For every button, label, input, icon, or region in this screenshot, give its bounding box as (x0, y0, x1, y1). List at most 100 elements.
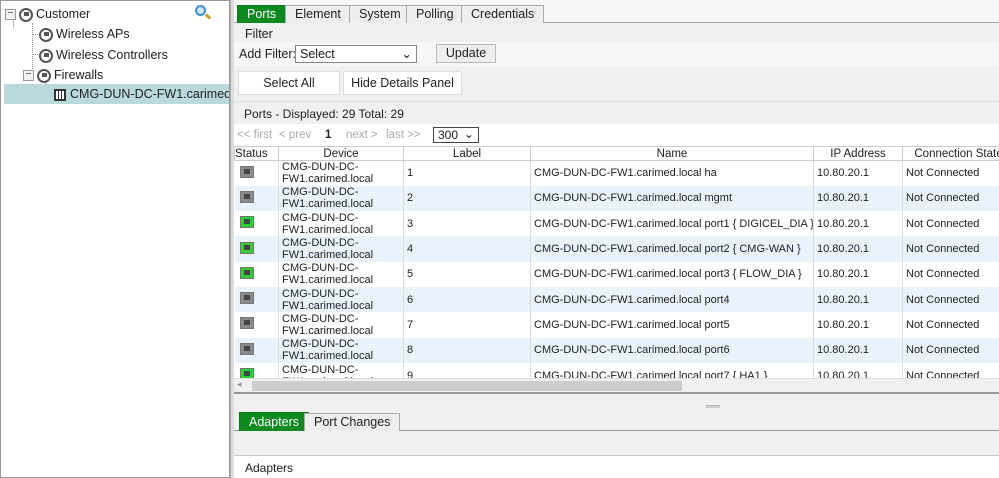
tree-node-customer[interactable]: − Customer (5, 4, 90, 24)
port-status-icon (239, 292, 254, 305)
pager-first[interactable]: << first (237, 129, 272, 141)
tab-port-changes[interactable]: Port Changes (304, 413, 401, 431)
device-cell: CMG-DUN-DC- FW1.carimed.local (278, 312, 404, 338)
tree-node-wireless-controllers[interactable]: Wireless Controllers (36, 45, 168, 65)
status-cell (234, 337, 279, 363)
filter-heading: Filter (245, 27, 273, 41)
table-row[interactable]: CMG-DUN-DC- FW1.carimed.local 3 CMG-DUN-… (234, 211, 999, 237)
tree-node-firewalls[interactable]: − Firewalls (23, 65, 103, 85)
connection-state-cell: Not Connected (902, 362, 999, 378)
name-cell: CMG-DUN-DC-FW1.carimed.local ha (530, 160, 814, 186)
table-row[interactable]: CMG-DUN-DC- FW1.carimed.local 7 CMG-DUN-… (234, 312, 999, 338)
tab-element[interactable]: Element (285, 5, 351, 23)
search-icon[interactable] (195, 5, 212, 20)
tab-ports[interactable]: Ports (237, 5, 287, 23)
name-cell: CMG-DUN-DC-FW1.carimed.local port6 (530, 337, 814, 363)
tab-polling[interactable]: Polling (406, 5, 464, 23)
table-row[interactable]: CMG-DUN-DC- FW1.carimed.local 2 CMG-DUN-… (234, 185, 999, 212)
tab-credentials[interactable]: Credentials (461, 5, 545, 23)
port-status-icon (239, 342, 254, 355)
device-cell: CMG-DUN-DC- FW1.carimed.local (278, 362, 404, 378)
group-flag-icon (19, 7, 33, 22)
column-header[interactable]: Device (278, 146, 404, 161)
name-cell: CMG-DUN-DC-FW1.carimed.local port7 { HA1… (530, 362, 814, 378)
table-row[interactable]: CMG-DUN-DC- FW1.carimed.local 9 CMG-DUN-… (234, 362, 999, 378)
port-status-icon (239, 368, 254, 378)
table-row[interactable]: CMG-DUN-DC- FW1.carimed.local 4 CMG-DUN-… (234, 236, 999, 262)
ip-cell: 10.80.20.1 (813, 286, 903, 313)
device-cell: CMG-DUN-DC- FW1.carimed.local (278, 160, 404, 186)
port-status-icon (239, 165, 254, 178)
port-status-icon (239, 317, 254, 330)
status-cell (234, 362, 279, 378)
ip-cell: 10.80.20.1 (813, 185, 903, 212)
status-cell (234, 211, 279, 237)
label-cell: 5 (403, 261, 531, 287)
ip-cell: 10.80.20.1 (813, 337, 903, 363)
table-row[interactable]: CMG-DUN-DC- FW1.carimed.local 8 CMG-DUN-… (234, 337, 999, 363)
ports-summary: Ports - Displayed: 29 Total: 29 (244, 107, 404, 121)
table-row[interactable]: CMG-DUN-DC- FW1.carimed.local 6 CMG-DUN-… (234, 286, 999, 313)
scroll-left-icon[interactable]: ◂ (237, 379, 242, 390)
splitter-handle[interactable] (706, 405, 720, 408)
connection-state-cell: Not Connected (902, 211, 999, 237)
pager-prev[interactable]: < prev (279, 129, 311, 141)
tree-node-wireless-aps[interactable]: Wireless APs (36, 24, 130, 44)
add-filter-select[interactable]: Select ⌄ (295, 45, 417, 63)
page-size-select[interactable]: 300 ⌄ (433, 127, 479, 143)
port-status-icon (239, 241, 254, 254)
table-row[interactable]: CMG-DUN-DC- FW1.carimed.local 5 CMG-DUN-… (234, 261, 999, 287)
collapse-icon[interactable]: − (5, 9, 16, 21)
device-cell: CMG-DUN-DC- FW1.carimed.local (278, 286, 404, 313)
column-header[interactable]: Connection State (902, 146, 999, 161)
ip-cell: 10.80.20.1 (813, 312, 903, 338)
connection-state-cell: Not Connected (902, 312, 999, 338)
port-status-icon (239, 266, 254, 279)
connection-state-cell: Not Connected (902, 286, 999, 313)
device-cell: CMG-DUN-DC- FW1.carimed.local (278, 337, 404, 363)
chevron-down-icon: ⌄ (401, 47, 412, 61)
label-cell: 8 (403, 337, 531, 363)
update-button[interactable]: Update (436, 44, 496, 63)
hide-details-panel-button[interactable]: Hide Details Panel (343, 71, 462, 95)
status-cell (234, 286, 279, 313)
label-cell: 6 (403, 286, 531, 313)
device-cell: CMG-DUN-DC- FW1.carimed.local (278, 185, 404, 212)
ip-cell: 10.80.20.1 (813, 160, 903, 186)
label-cell: 4 (403, 236, 531, 262)
tree-node-selected-device[interactable]: CMG-DUN-DC-FW1.carimed.local (4, 84, 229, 104)
name-cell: CMG-DUN-DC-FW1.carimed.local port5 (530, 312, 814, 338)
device-cell: CMG-DUN-DC- FW1.carimed.local (278, 211, 404, 237)
column-header[interactable]: Name (530, 146, 814, 161)
pager-current-page: 1 (325, 129, 332, 141)
name-cell: CMG-DUN-DC-FW1.carimed.local port2 { CMG… (530, 236, 814, 262)
details-panel: Ports Element System Polling Credentials… (234, 0, 999, 478)
group-flag-icon (37, 68, 51, 83)
status-cell (234, 185, 279, 212)
connection-state-cell: Not Connected (902, 160, 999, 186)
collapse-icon[interactable]: − (23, 70, 34, 82)
select-all-button[interactable]: Select All (238, 71, 340, 95)
tab-adapters[interactable]: Adapters (239, 412, 310, 431)
label-cell: 7 (403, 312, 531, 338)
column-header[interactable]: IP Address (813, 146, 903, 161)
connection-state-cell: Not Connected (902, 185, 999, 212)
column-header[interactable]: Status (234, 146, 279, 161)
pager-next[interactable]: next > (346, 129, 378, 141)
horizontal-scrollbar[interactable]: ◂ (234, 378, 999, 392)
name-cell: CMG-DUN-DC-FW1.carimed.local port3 { FLO… (530, 261, 814, 287)
ip-cell: 10.80.20.1 (813, 362, 903, 378)
ports-table: Status Device Label Name IP Address Connectio… (234, 146, 999, 378)
port-status-icon (239, 190, 254, 203)
label-cell: 3 (403, 211, 531, 237)
column-header[interactable]: Label (403, 146, 531, 161)
adapters-heading: Adapters (245, 461, 294, 475)
connection-state-cell: Not Connected (902, 236, 999, 262)
add-filter-label: Add Filter: (239, 47, 296, 61)
ip-cell: 10.80.20.1 (813, 236, 903, 262)
tab-system[interactable]: System (349, 5, 411, 23)
scrollbar-thumb[interactable] (252, 381, 682, 391)
pager-last[interactable]: last >> (386, 129, 421, 141)
table-row[interactable]: CMG-DUN-DC- FW1.carimed.local 1 CMG-DUN-… (234, 160, 999, 186)
status-cell (234, 236, 279, 262)
